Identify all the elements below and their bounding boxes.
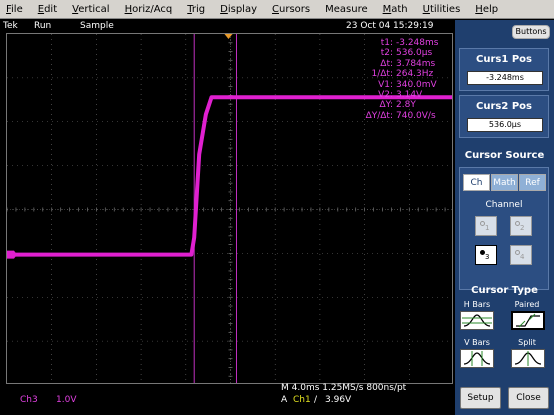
curs2-value-field[interactable]: 536.0µs: [467, 118, 543, 132]
paired-icon: [516, 313, 540, 328]
cursor-source-title: Cursor Source: [464, 150, 545, 161]
readout-key: ΔY:: [379, 100, 394, 111]
cursor-type-title: Cursor Type: [471, 285, 538, 296]
readout-key: t1:: [380, 38, 393, 48]
menu-measure[interactable]: Measure: [319, 4, 377, 15]
vbars-button[interactable]: [460, 349, 494, 368]
run-state: Run: [34, 21, 52, 31]
readout-key: t2:: [380, 48, 393, 59]
datetime: 23 Oct 04 15:29:19: [346, 21, 434, 31]
readout-value: 340.0mV: [396, 79, 437, 90]
menu-display[interactable]: Display: [214, 4, 266, 15]
split-icon: [514, 351, 542, 366]
tab-ref[interactable]: Ref: [519, 174, 546, 191]
setup-button[interactable]: Setup: [460, 387, 501, 409]
readout-key: 1/Δt:: [371, 69, 393, 80]
readout-value: 264.3Hz: [396, 69, 434, 80]
hbars-icon: [462, 314, 492, 327]
hbars-button[interactable]: [460, 311, 494, 330]
paired-label: Paired: [514, 300, 540, 309]
cursor-readout: t1: -3.248ms t2: 536.0µs Δt: 3.784ms 1/Δt: 264.…: [356, 38, 444, 121]
readout-value: 740.0V/s: [396, 110, 436, 121]
readout-row: Δt: 3.784ms: [356, 59, 444, 69]
readout-row: t2: 536.0µs: [356, 48, 444, 58]
acq-mode: Sample: [80, 21, 114, 31]
channel-3-button[interactable]: 3: [475, 245, 497, 265]
menu-help[interactable]: Help: [469, 4, 507, 15]
trigger-position-icon: [224, 34, 233, 39]
menu-bar: File Edit Vertical Horiz/Acq Trig Display Curs…: [0, 0, 554, 19]
menu-file[interactable]: File: [0, 4, 32, 15]
readout-row: V2: 3.14V: [356, 90, 444, 100]
readout-value: -3.248ms: [396, 38, 439, 48]
bottom-readout: Ch3 1.0V M 4.0ms 1.25MS/s 800ns/pt A Ch1…: [0, 383, 458, 415]
tab-math[interactable]: Math: [491, 174, 518, 191]
waveform-display[interactable]: t1: -3.248ms t2: 536.0µs Δt: 3.784ms 1/Δt: 264.…: [6, 33, 453, 384]
cursor-source-box: Ch Math Ref Channel 1 2 3 4: [459, 167, 549, 290]
channel-label: Channel: [485, 200, 523, 210]
curs2-pos-box: Curs2 Pos 536.0µs: [459, 95, 549, 138]
trigger-slope: /: [314, 395, 318, 405]
vbars-icon: [463, 351, 491, 366]
menu-vertical[interactable]: Vertical: [66, 4, 118, 15]
channel-ground-marker-icon: [7, 250, 17, 259]
channel-1-button[interactable]: 1: [475, 216, 497, 236]
trigger-prefix: A: [281, 395, 288, 405]
channel-2-button[interactable]: 2: [510, 216, 532, 236]
readout-key: V1:: [378, 79, 393, 90]
menu-edit[interactable]: Edit: [32, 4, 66, 15]
readout-value: 3.784ms: [396, 58, 436, 69]
control-panel: Buttons Curs1 Pos -3.248ms Curs2 Pos 536…: [455, 20, 554, 415]
close-button[interactable]: Close: [508, 387, 549, 409]
menu-cursors[interactable]: Cursors: [266, 4, 319, 15]
readout-row: 1/Δt: 264.3Hz: [356, 69, 444, 79]
readout-value: 2.8Y: [396, 100, 416, 111]
paired-button[interactable]: [511, 311, 545, 330]
timebase-readout: M 4.0ms 1.25MS/s 800ns/pt: [281, 383, 407, 393]
split-button[interactable]: [511, 349, 545, 368]
status-bar: Tek Run Sample 23 Oct 04 15:29:19: [0, 20, 458, 33]
trigger-level: 3.96V: [325, 395, 352, 405]
readout-row: V1: 340.0mV: [356, 80, 444, 90]
readout-key: V2:: [378, 90, 393, 101]
curs2-title: Curs2 Pos: [476, 101, 532, 112]
readout-key: ΔY/Δt:: [365, 110, 393, 121]
readout-key: Δt:: [380, 58, 393, 69]
brand-label: Tek: [3, 21, 18, 31]
channel-label: Ch3: [20, 395, 38, 405]
tab-ch[interactable]: Ch: [463, 174, 490, 191]
readout-row: ΔY: 2.8Y: [356, 100, 444, 110]
curs1-value-field[interactable]: -3.248ms: [467, 71, 543, 85]
curs1-title: Curs1 Pos: [476, 54, 532, 65]
channel-4-button[interactable]: 4: [510, 245, 532, 265]
channel-scale: 1.0V: [56, 395, 77, 405]
readout-row: ΔY/Δt: 740.0V/s: [356, 111, 444, 121]
vbars-label: V Bars: [464, 338, 490, 347]
scope-app: File Edit Vertical Horiz/Acq Trig Display Curs…: [0, 0, 554, 415]
buttons-button[interactable]: Buttons: [512, 25, 550, 39]
menu-utilities[interactable]: Utilities: [417, 4, 470, 15]
trigger-channel: Ch1: [293, 395, 311, 405]
menu-trig[interactable]: Trig: [181, 4, 214, 15]
curs1-pos-box: Curs1 Pos -3.248ms: [459, 48, 549, 91]
hbars-label: H Bars: [463, 300, 491, 309]
readout-row: t1: -3.248ms: [356, 38, 444, 48]
menu-math[interactable]: Math: [377, 4, 417, 15]
split-label: Split: [518, 338, 536, 347]
readout-value: 3.14V: [396, 90, 423, 101]
menu-horiz-acq[interactable]: Horiz/Acq: [119, 4, 182, 15]
readout-value: 536.0µs: [396, 48, 433, 59]
